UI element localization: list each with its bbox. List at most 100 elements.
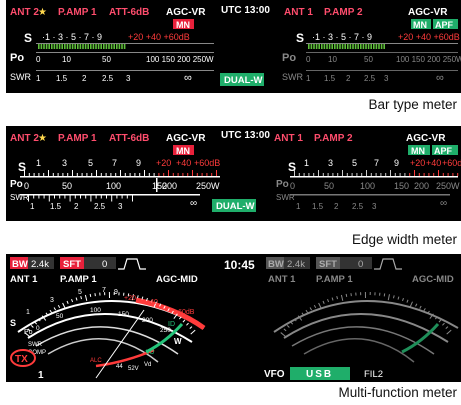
arc-tick — [419, 305, 422, 309]
multi-right-swr-arc — [291, 326, 435, 355]
multi-meter-panel: BW 2.4k SFT 0 ANT 1 P.AMP 1 AGC-MID S 1 … — [6, 254, 461, 382]
bar-right-apf: APF — [435, 20, 454, 30]
multi-fil-label: FIL2 — [364, 369, 383, 380]
multi-left-arc-meter — [17, 292, 206, 379]
multi-left-s-num-1: 3 — [50, 297, 54, 304]
edge-swr-tick — [95, 195, 97, 199]
edge-s-tick — [332, 173, 334, 176]
edge-s-tick — [24, 170, 25, 176]
bar-level-segment — [100, 44, 102, 49]
bar-level-segment — [79, 44, 82, 49]
multi-left-w-label: W — [174, 337, 182, 346]
bar-level-segment — [51, 44, 53, 49]
multi-right-pamp: P.AMP 1 — [316, 274, 353, 285]
bar-level-segment — [58, 44, 61, 49]
multi-left-vd-label: VD — [146, 350, 155, 356]
edge-right-pamp: P.AMP 2 — [314, 133, 353, 144]
multi-left-s-num-4: 9 — [114, 289, 118, 296]
arc-tick — [305, 309, 309, 313]
arc-tick — [280, 332, 286, 337]
multi-left-num: 1 — [38, 370, 44, 381]
arc-tick — [345, 293, 348, 297]
edge-left-swr-num-1: 1.5 — [50, 202, 62, 211]
multi-right-sft: SFT — [319, 259, 337, 270]
edge-s-tick — [86, 173, 88, 176]
multi-left-sft-val: 0 — [102, 259, 107, 270]
multi-left-comp-arc — [47, 338, 159, 363]
bar-left-agc: AGC-VR — [166, 7, 206, 18]
edge-s-tick — [187, 173, 189, 176]
bar-level-segment — [71, 44, 74, 49]
bar-left-po-tick-0: 0 — [36, 55, 41, 64]
bar-level-segment — [105, 44, 108, 49]
edge-swr-tick — [28, 195, 29, 202]
edge-right-swr-num-5: ∞ — [440, 198, 447, 209]
bar-left-po-baseline — [36, 52, 214, 53]
bar-level-segment — [375, 44, 378, 49]
edge-right-swr-num-0: 1 — [296, 202, 301, 211]
bar-meter-panel: ANT 2 ★ P.AMP 1 ATT-6dB AGC-VR MN S ·1 ·… — [6, 0, 461, 93]
arc-tick — [309, 307, 313, 311]
bar-right-swr-baseline — [306, 70, 458, 71]
arc-tick — [182, 319, 186, 323]
multi-left-s-num-2: 5 — [78, 289, 82, 296]
edge-s-tick — [414, 170, 415, 176]
bar-level-segment — [87, 44, 89, 49]
arc-tick — [62, 302, 66, 309]
bar-level-segment — [380, 44, 383, 49]
edge-swr-tick — [111, 195, 113, 202]
bar-right-mn: MN — [413, 20, 427, 30]
edge-meter-svg: ANT 2 ★ P.AMP 1 ATT-6dB AGC-VR MN S 1 3 … — [10, 130, 461, 212]
arc-tick — [75, 297, 78, 301]
edge-s-tick — [168, 170, 169, 176]
bar-right-ant: ANT 1 — [284, 7, 313, 18]
edge-right-mn: MN — [411, 146, 425, 156]
edge-s-tick — [433, 173, 435, 176]
bar-right-swr-tick-4: 3 — [384, 74, 389, 83]
bar-right-po-baseline — [306, 52, 458, 53]
multi-left-pamp: P.AMP 1 — [60, 274, 97, 285]
edge-left-s-num-7: +60dB — [194, 158, 220, 168]
edge-right-po-num-3: 150 — [394, 181, 409, 191]
bar-level-segment — [360, 44, 362, 49]
arc-tick — [442, 322, 445, 326]
edge-s-tick — [105, 173, 107, 176]
edge-s-tick — [322, 173, 324, 176]
edge-right-s-num-1: 3 — [328, 158, 333, 168]
bar-level-segment — [308, 44, 310, 49]
bar-level-segment — [378, 44, 380, 49]
bar-level-segment — [48, 44, 50, 49]
edge-swr-tick — [64, 195, 66, 199]
edge-s-tick — [201, 173, 203, 176]
bar-left-s-plus: +20 +40 +60dB — [128, 32, 190, 42]
edge-s-tick — [366, 170, 367, 176]
multi-left-s-num-7: +60dB — [174, 309, 195, 316]
edge-left-pamp: P.AMP 1 — [58, 133, 97, 144]
edge-right-po-num-5: 250W — [436, 181, 460, 191]
multi-left-swr-arc — [35, 326, 179, 355]
edge-left-ant: ANT 2 — [10, 133, 39, 144]
bar-level-segment — [90, 44, 92, 49]
edge-s-tick — [33, 173, 35, 176]
arc-tick — [290, 321, 294, 325]
bar-level-segment — [95, 44, 97, 49]
bar-level-segment — [45, 44, 48, 49]
bar-level-segment — [331, 44, 333, 49]
edge-right-agc: AGC-VR — [406, 133, 446, 144]
multi-left-s-label: S — [10, 318, 16, 328]
edge-s-tick — [428, 173, 430, 176]
edge-s-tick — [177, 173, 179, 176]
bar-dual-watch-label: DUAL-W — [224, 75, 263, 86]
edge-s-tick — [313, 173, 315, 176]
bar-level-segment — [97, 44, 100, 49]
bar-level-segment — [77, 44, 79, 49]
bar-level-segment — [53, 44, 56, 49]
edge-s-tick — [211, 173, 213, 176]
bar-level-segment — [40, 44, 43, 49]
edge-s-tick — [115, 173, 117, 176]
multi-left-tx: TX — [15, 354, 28, 365]
edge-s-tick — [409, 173, 411, 176]
edge-right-swr-num-2: 2 — [334, 202, 339, 211]
edge-right-s-num-3: 7 — [374, 158, 379, 168]
edge-s-tick — [38, 173, 40, 176]
